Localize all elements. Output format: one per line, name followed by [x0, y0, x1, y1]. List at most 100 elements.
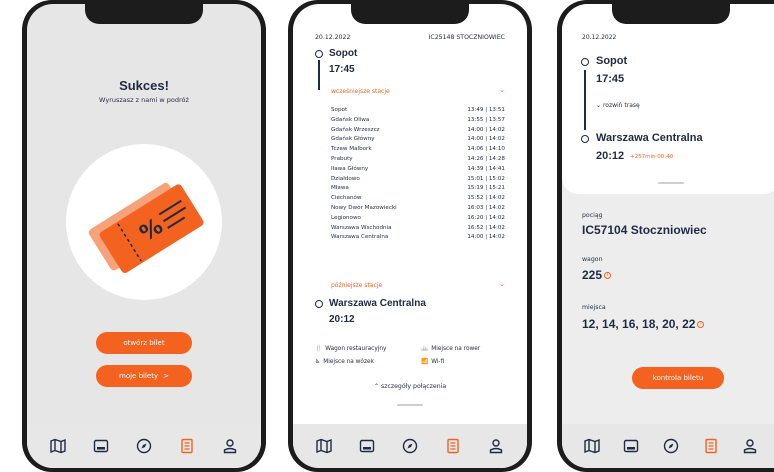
- nav-profile-button[interactable]: [217, 433, 243, 459]
- route-screen: 20.12.2022 IC25148 STOCZNIOWIEC Sopot 17…: [293, 4, 527, 468]
- wheelchair-icon: ♿: [315, 359, 321, 365]
- stop-times: 16:52 | 14:02: [467, 224, 505, 231]
- sheet-handle[interactable]: [397, 404, 423, 406]
- stop-times: 13:49 | 13:51: [467, 107, 505, 113]
- my-tickets-button[interactable]: moje bilety >: [96, 365, 192, 387]
- later-stations-link[interactable]: późniejsze stacje: [331, 282, 382, 289]
- stop-times: 14:00 | 14:02: [467, 234, 505, 241]
- delay-info: +257min 00:40: [630, 154, 674, 160]
- nav-wallet-button[interactable]: [618, 433, 644, 459]
- stop-name: Gdańsk Oliwa: [331, 116, 370, 123]
- chevron-right-icon: >: [163, 372, 169, 380]
- bike-icon: 🚲: [421, 346, 429, 352]
- stop-times: 14:00 | 14:02: [467, 136, 505, 143]
- phone-ticket-screen: 20.12.2022 Sopot 17:45 ⌄ rozwiń trasę Wa…: [557, 0, 774, 472]
- stop-row: Gdańsk Wrzeszcz 14:00 | 14:02: [331, 126, 505, 136]
- compass-icon: [402, 438, 418, 454]
- bottom-nav: [27, 424, 261, 468]
- stop-name: Gdańsk Wrzeszcz: [331, 126, 380, 133]
- stop-times: 15:52 | 14:02: [467, 195, 505, 202]
- amenity-wifi-label: Wi-fi: [431, 359, 445, 365]
- map-icon: [316, 438, 333, 454]
- amenity-wifi: 📶 Wi-fi: [421, 359, 444, 365]
- amenity-bike-label: Miejsce na rower: [431, 346, 481, 352]
- from-time: 17:45: [596, 73, 625, 85]
- amenity-wheelchair-label: Miejsce na wózek: [323, 359, 374, 365]
- trip-header: 20.12.2022 IC25148 STOCZNIOWIEC: [315, 34, 505, 41]
- stop-times: 16:20 | 14:02: [467, 214, 505, 221]
- stops-list: Sopot 13:49 | 13:51 Gdańsk Oliwa 13:55 | 13…: [331, 106, 505, 243]
- stop-row: Warszawa Wschodnia 16:52 | 14:02: [331, 224, 505, 234]
- nav-tickets-button[interactable]: [698, 433, 724, 459]
- ticket-icon: [181, 438, 193, 454]
- phone-notch: [612, 4, 730, 24]
- connection-details-link[interactable]: ⌃ szczegóły połączenia: [293, 383, 527, 390]
- nav-compass-button[interactable]: [658, 433, 684, 459]
- nav-compass-button[interactable]: [397, 433, 423, 459]
- bottom-nav: [562, 424, 774, 468]
- stop-row: Ciechanów 15:52 | 14:02: [331, 194, 505, 204]
- chevron-down-icon: ⌄: [596, 102, 602, 109]
- amenity-restaurant-label: Wagon restauracyjny: [325, 346, 387, 352]
- seats-value: 12, 14, 16, 18, 20, 22: [582, 317, 696, 331]
- chevron-down-icon[interactable]: ⌄: [499, 86, 505, 94]
- from-station: Sopot: [329, 48, 358, 59]
- info-icon[interactable]: i: [604, 272, 612, 280]
- ticket-screen: 20.12.2022 Sopot 17:45 ⌄ rozwiń trasę Wa…: [562, 4, 774, 468]
- station-dot-to: [315, 300, 323, 308]
- nav-map-button[interactable]: [45, 433, 71, 459]
- check-ticket-button[interactable]: kontrola biletu: [632, 367, 724, 389]
- stop-times: 14:06 | 14:10: [467, 146, 505, 153]
- stop-name: Gdańsk Główny: [331, 136, 375, 143]
- my-tickets-label: moje bilety: [119, 372, 159, 380]
- nav-wallet-button[interactable]: [88, 433, 114, 459]
- stop-row: Tczew Malbork 14:06 | 14:10: [331, 145, 505, 155]
- info-icon[interactable]: i: [697, 321, 705, 329]
- stop-name: Tczew Malbork: [331, 146, 372, 153]
- earlier-stations-link[interactable]: wcześniejsze stacje: [331, 88, 390, 95]
- nav-tickets-button[interactable]: [440, 433, 466, 459]
- open-ticket-button[interactable]: otwórz bilet: [96, 332, 192, 354]
- phone-notch: [85, 4, 203, 24]
- stop-name: Działdowo: [331, 175, 360, 182]
- wagon-value: 225: [582, 268, 603, 282]
- compass-icon: [663, 438, 679, 454]
- stop-name: Nowy Dwór Mazowiecki: [331, 204, 397, 211]
- nav-wallet-button[interactable]: [354, 433, 380, 459]
- chevron-down-icon[interactable]: ⌄: [499, 280, 505, 288]
- ticket-illustration: %: [66, 144, 222, 300]
- nav-profile-button[interactable]: [737, 433, 763, 459]
- stop-name: Iława Główny: [331, 165, 369, 172]
- stop-row: Legionowo 16:20 | 14:02: [331, 214, 505, 224]
- amenity-restaurant: 🍴 Wagon restauracyjny: [315, 346, 387, 352]
- stop-name: Legionowo: [331, 214, 361, 221]
- stop-row: Prabuty 14:26 | 14:28: [331, 155, 505, 165]
- stop-row: Iława Główny 14:39 | 14:41: [331, 165, 505, 175]
- nav-map-button[interactable]: [311, 433, 337, 459]
- stop-row: Nowy Dwór Mazowiecki 16:03 | 14:02: [331, 204, 505, 214]
- seats-row: 12, 14, 16, 18, 20, 22 i: [582, 317, 705, 331]
- stop-row: Sopot 13:49 | 13:51: [331, 106, 505, 116]
- trip-summary-card: 20.12.2022 Sopot 17:45 ⌄ rozwiń trasę Wa…: [562, 4, 774, 194]
- nav-profile-button[interactable]: [483, 433, 509, 459]
- expand-route-link[interactable]: ⌄ rozwiń trasę: [596, 102, 640, 109]
- expand-route-label: rozwiń trasę: [602, 102, 640, 109]
- nav-compass-button[interactable]: [131, 433, 157, 459]
- to-time: 20:12: [596, 150, 625, 162]
- stop-name: Warszawa Wschodnia: [331, 224, 392, 231]
- nav-map-button[interactable]: [579, 433, 605, 459]
- success-title: Sukces!: [119, 78, 169, 93]
- stop-name: Ciechanów: [331, 195, 362, 202]
- cutlery-icon: 🍴: [315, 346, 323, 352]
- phone-notch: [351, 4, 469, 24]
- train-label: pociąg: [582, 212, 603, 219]
- sheet-handle[interactable]: [658, 182, 684, 184]
- stop-row: Gdańsk Główny 14:00 | 14:02: [331, 135, 505, 145]
- route-line: [318, 60, 320, 90]
- amenity-bike: 🚲 Miejsce na rower: [421, 346, 480, 352]
- open-ticket-label: otwórz bilet: [123, 339, 165, 347]
- stop-row: Warszawa Centralna 14:00 | 14:02: [331, 233, 505, 243]
- stop-name: Sopot: [331, 107, 348, 113]
- stop-times: 14:39 | 14:41: [467, 165, 505, 172]
- nav-tickets-button[interactable]: [174, 433, 200, 459]
